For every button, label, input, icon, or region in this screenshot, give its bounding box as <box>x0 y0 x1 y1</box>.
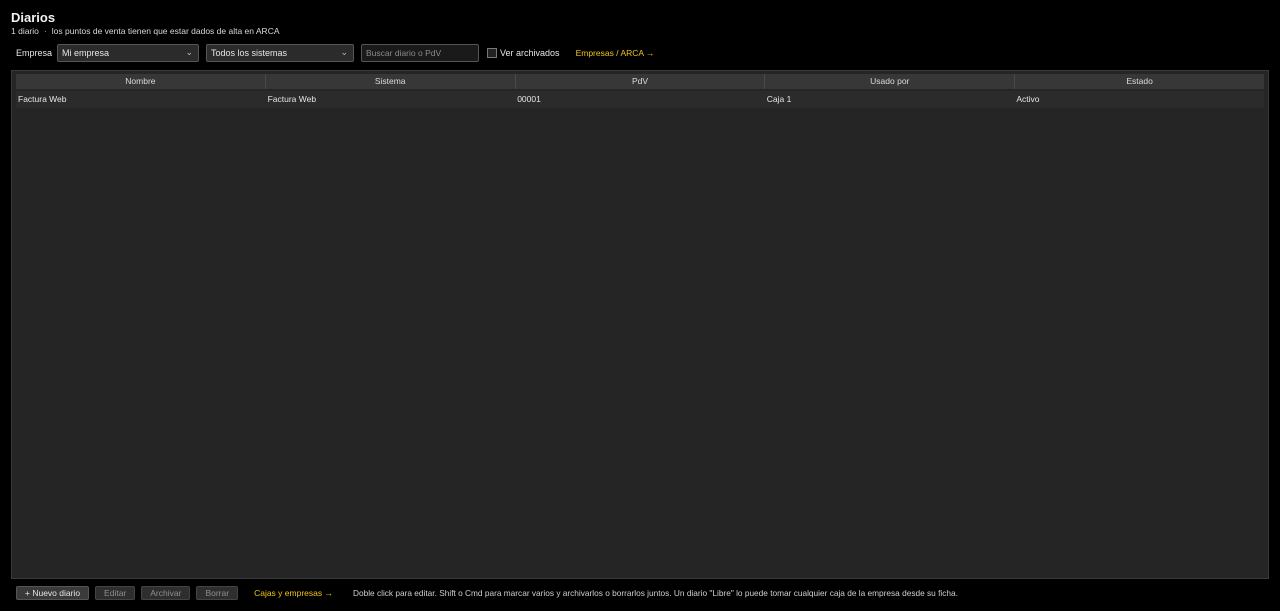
column-header-usado-por[interactable]: Usado por <box>765 74 1016 89</box>
chevron-down-icon: ⌄ <box>185 47 194 57</box>
search-input[interactable]: Buscar diario o PdV <box>361 44 480 62</box>
column-header-nombre[interactable]: Nombre <box>16 74 266 89</box>
sistema-select-value: Todos los sistemas <box>211 48 288 58</box>
cell-estado: Activo <box>1016 94 1040 104</box>
action-bar: + Nuevo diario Editar Archivar Borrar Ca… <box>16 586 958 600</box>
usage-hint: Doble click para editar. Shift o Cmd par… <box>352 588 958 598</box>
empresa-label: Empresa <box>16 48 53 58</box>
column-header-estado[interactable]: Estado <box>1015 74 1264 89</box>
column-header-pdv[interactable]: PdV <box>516 74 766 89</box>
search-placeholder: Buscar diario o PdV <box>366 48 442 58</box>
sistema-select[interactable]: Todos los sistemas ⌄ <box>206 44 355 62</box>
empresas-arca-link[interactable]: Empresas / ARCA → <box>576 48 655 58</box>
delete-button[interactable]: Borrar <box>196 586 239 600</box>
table-row[interactable]: Factura Web Factura Web 00001 Caja 1 Act… <box>16 91 1264 108</box>
empresa-select[interactable]: Mi empresa ⌄ <box>57 44 200 62</box>
archived-label: Ver archivados <box>500 48 560 58</box>
subtitle-separator: · <box>43 26 47 36</box>
cell-pdv: 00001 <box>517 94 541 104</box>
diarios-table: Nombre Sistema PdV Usado por Estado Fact… <box>11 70 1269 579</box>
column-header-sistema[interactable]: Sistema <box>266 74 516 89</box>
cell-nombre: Factura Web <box>18 94 67 104</box>
archive-button[interactable]: Archivar <box>141 586 191 600</box>
page-title: Diarios <box>11 10 56 25</box>
new-diary-button[interactable]: + Nuevo diario <box>16 586 90 600</box>
archived-toggle[interactable]: Ver archivados <box>487 48 560 58</box>
arca-note: los puntos de venta tienen que estar dad… <box>51 26 280 36</box>
edit-button[interactable]: Editar <box>95 586 136 600</box>
cell-usado-por: Caja 1 <box>766 94 792 104</box>
archived-checkbox[interactable] <box>487 48 498 58</box>
empresa-select-value: Mi empresa <box>62 48 110 58</box>
table-header: Nombre Sistema PdV Usado por Estado <box>16 74 1264 89</box>
chevron-down-icon: ⌄ <box>340 47 349 57</box>
page-subtitle: 1 diario · los puntos de venta tienen que … <box>11 26 280 36</box>
cajas-empresas-link[interactable]: Cajas y empresas → <box>254 588 333 598</box>
filter-toolbar: Empresa Mi empresa ⌄ Todos los sistemas … <box>16 43 654 63</box>
diary-count: 1 diario <box>11 26 39 36</box>
cell-sistema: Factura Web <box>267 94 317 104</box>
